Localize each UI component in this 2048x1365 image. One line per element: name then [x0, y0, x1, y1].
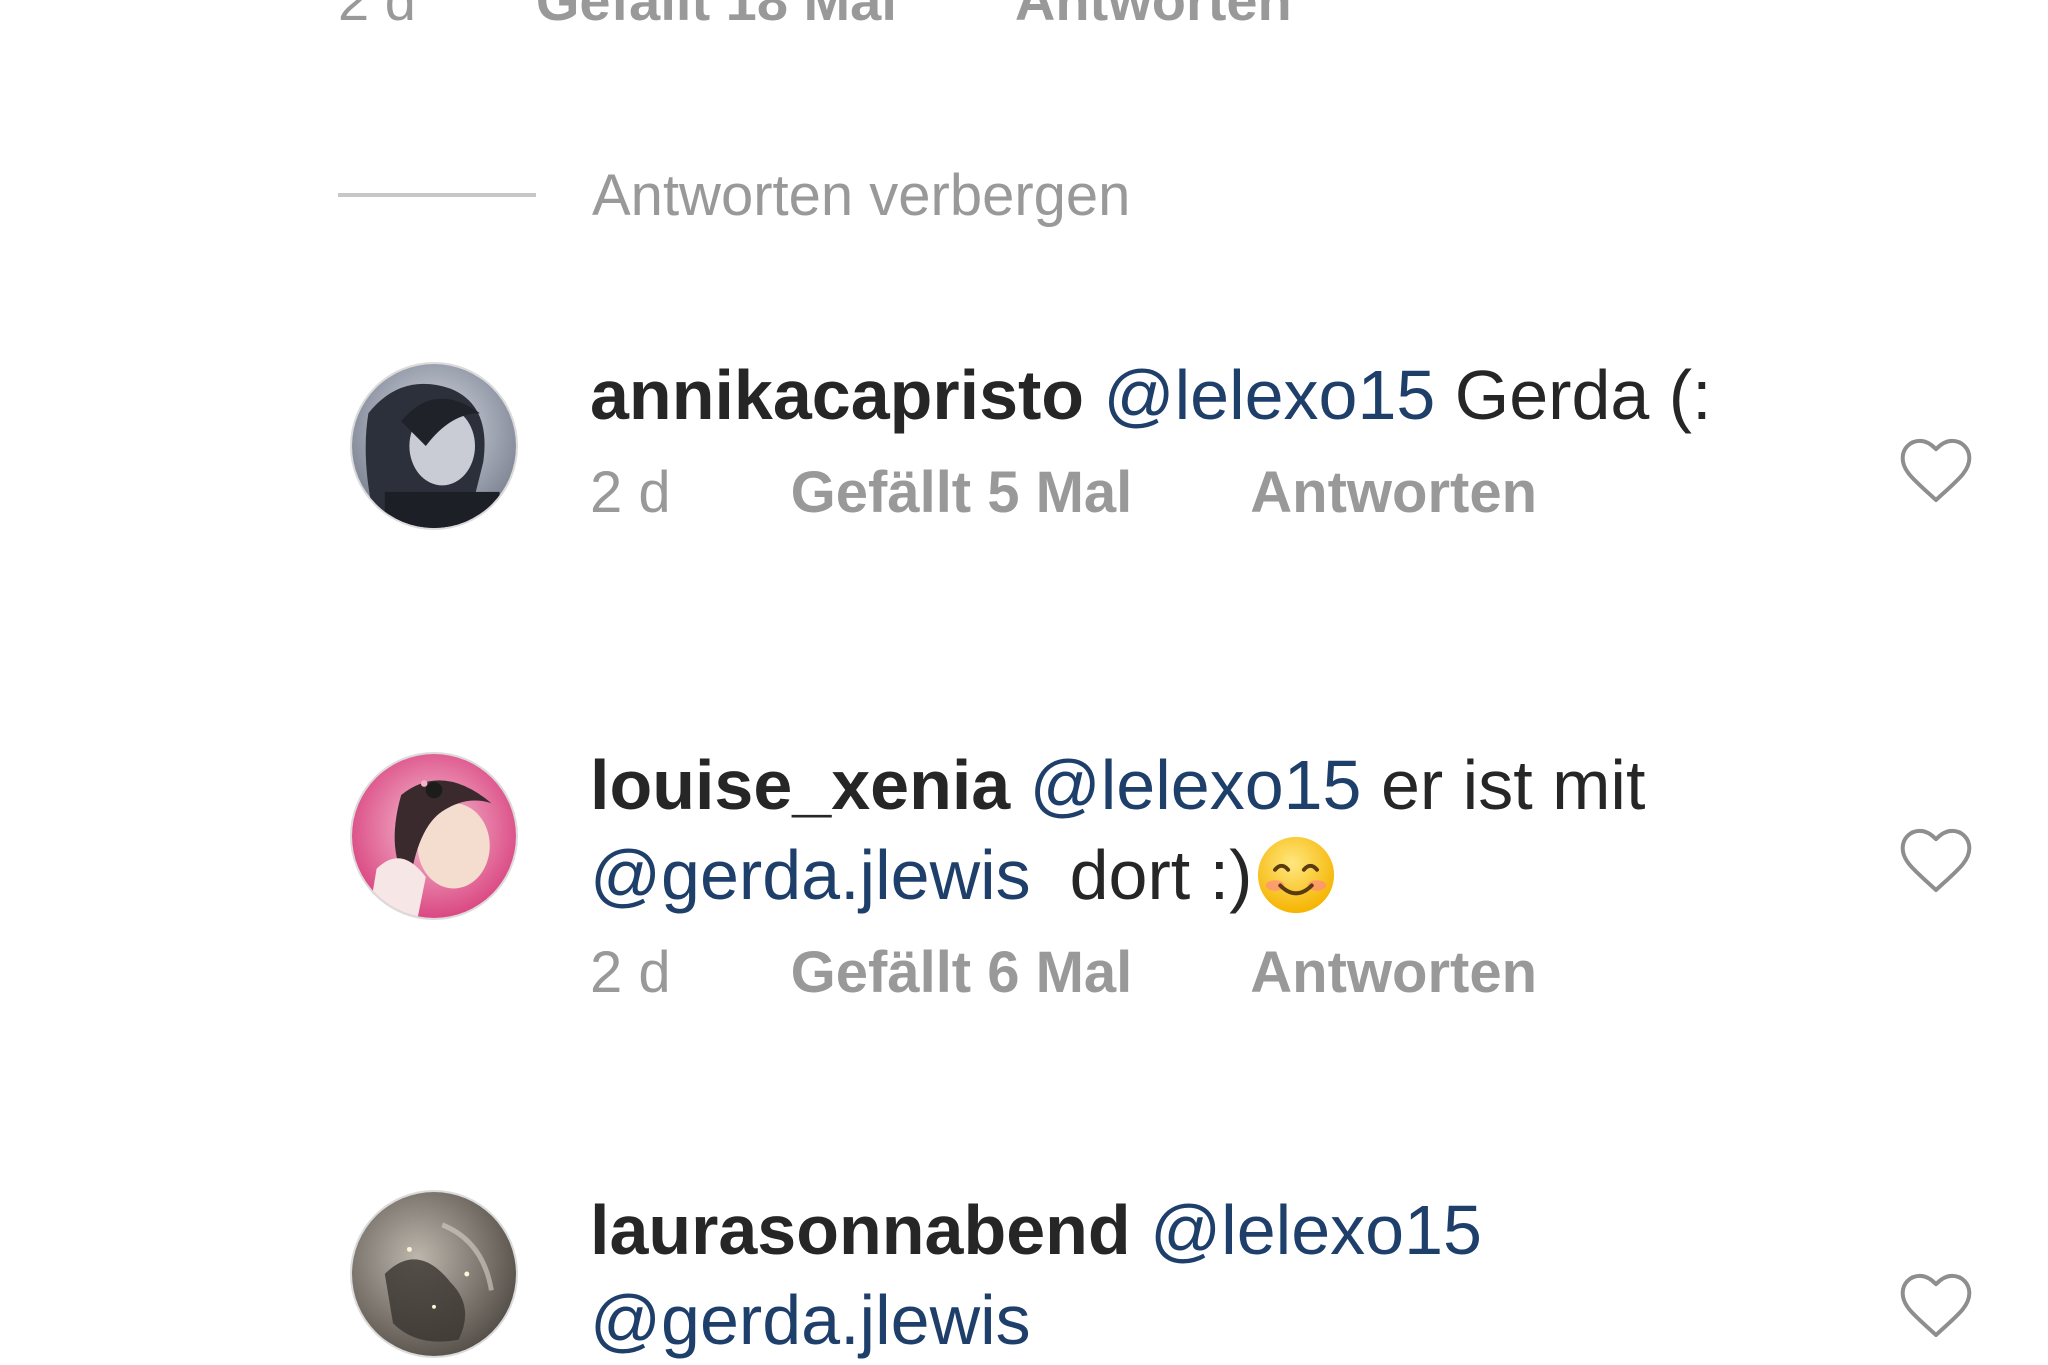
comment-username[interactable]: annikacapristo	[590, 356, 1084, 434]
previous-comment-meta: 2 d Gefällt 18 Mal Antworten	[338, 0, 1292, 33]
hide-replies-label[interactable]: Antworten verbergen	[592, 162, 1130, 229]
like-count-link[interactable]: Gefällt 6 Mal	[791, 938, 1133, 1008]
comment-meta: 2 d Gefällt 5 Mal Antworten	[590, 458, 1790, 528]
comment-body: laurasonnabend @lelexo15 @gerda.jlewis	[590, 1185, 1790, 1365]
avatar[interactable]	[350, 752, 518, 920]
reply-button[interactable]: Antworten	[1015, 0, 1292, 33]
comment-time: 2 d	[590, 460, 671, 525]
hide-replies-toggle[interactable]: Antworten verbergen	[338, 160, 1130, 230]
replies-divider-line	[338, 193, 536, 197]
comment-body: louise_xenia @lelexo15 er ist mit @gerda…	[590, 740, 1790, 1008]
reply-button[interactable]: Antworten	[1250, 938, 1537, 1008]
comment-text: louise_xenia @lelexo15 er ist mit @gerda…	[590, 740, 1790, 920]
mention-link[interactable]: @gerda.jlewis	[590, 1281, 1031, 1359]
like-heart-icon[interactable]	[1896, 430, 1976, 510]
avatar[interactable]	[350, 1190, 518, 1358]
mention-link[interactable]: @gerda.jlewis	[590, 836, 1031, 914]
like-count-link[interactable]: Gefällt 5 Mal	[791, 458, 1133, 528]
comment-text-segment: dort :)	[1030, 836, 1253, 914]
like-heart-icon[interactable]	[1896, 1265, 1976, 1345]
comment-meta: 2 d Gefällt 6 Mal Antworten	[590, 938, 1790, 1008]
comment-text-segment: er ist mit	[1361, 746, 1646, 824]
comment-username[interactable]: louise_xenia	[590, 746, 1010, 824]
avatar-image	[352, 1192, 516, 1356]
avatar[interactable]	[350, 362, 518, 530]
comment-time: 2 d	[590, 940, 671, 1005]
mention-link[interactable]: @lelexo15	[1104, 356, 1436, 434]
mention-link[interactable]: @lelexo15	[1030, 746, 1362, 824]
comment-text: annikacapristo @lelexo15 Gerda (:	[590, 350, 1790, 440]
comment-text-segment: Gerda (:	[1435, 356, 1712, 434]
like-heart-icon[interactable]	[1896, 820, 1976, 900]
avatar-image	[352, 754, 516, 918]
smiling-face-emoji-icon	[1254, 833, 1338, 917]
avatar-image	[352, 364, 516, 528]
comment-text: laurasonnabend @lelexo15 @gerda.jlewis	[590, 1185, 1790, 1365]
comment-time: 2 d	[338, 0, 416, 32]
comment-username[interactable]: laurasonnabend	[590, 1191, 1131, 1269]
reply-button[interactable]: Antworten	[1250, 458, 1537, 528]
comments-thread: 2 d Gefällt 18 Mal Antworten Antworten v…	[0, 0, 2048, 1365]
like-count-link[interactable]: Gefällt 18 Mal	[536, 0, 897, 33]
mention-link[interactable]: @lelexo15	[1150, 1191, 1482, 1269]
comment-body: annikacapristo @lelexo15 Gerda (: 2 d Ge…	[590, 350, 1790, 528]
